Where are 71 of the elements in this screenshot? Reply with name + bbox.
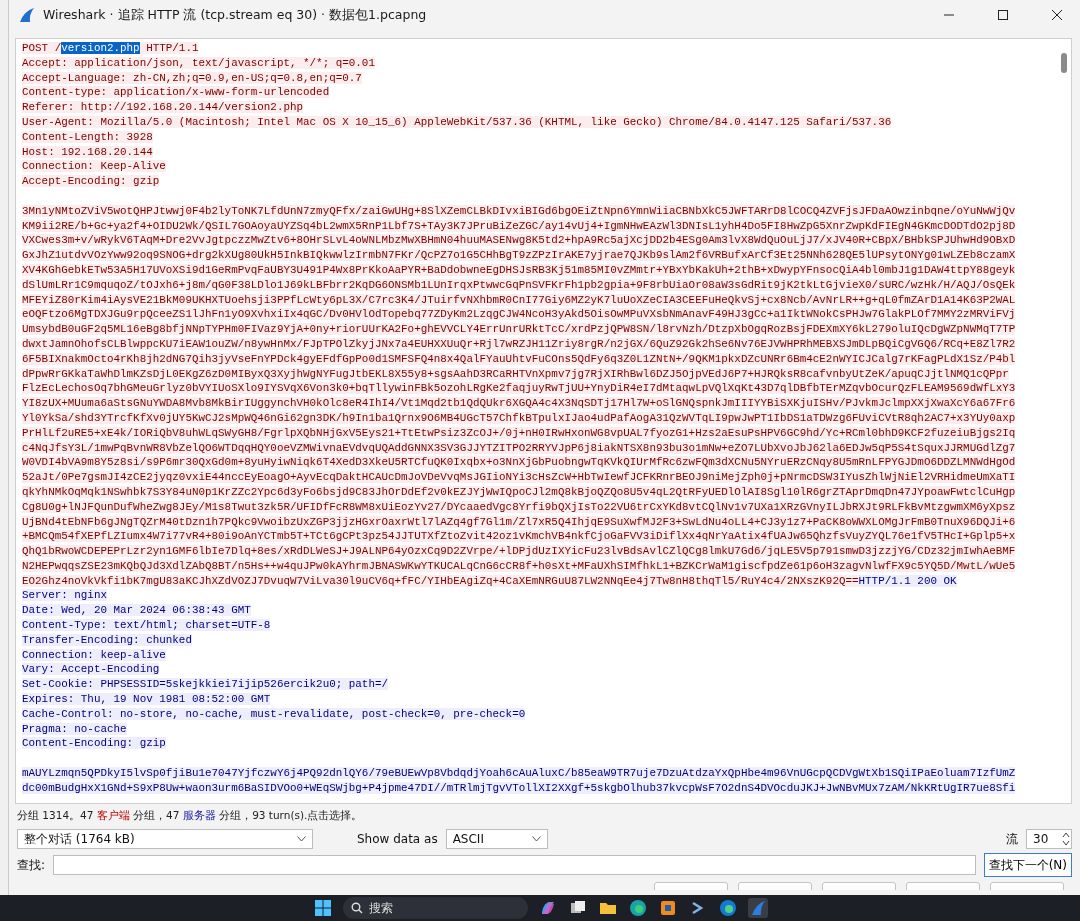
stream-text: Host: 192.168.20.144 xyxy=(22,145,153,158)
stream-text: UmsybdB0uGF2q5ML16eBg8bfjNNpTYPHm0FIVaz9YjA+0ny+riorUUrKA2Fo+ghEVVCLY4ErrUnrURktTcC/xrdPzjQPW8SN/l8rvNzh/DtzpXbOgqRozBsjFDEXmXY6kL279oluIQcDgWZpNWMqT7TP xyxy=(22,323,1016,336)
windows-logo-icon[interactable] xyxy=(312,898,333,918)
stream-text: Content-Type: text/html; charset=UTF-8 xyxy=(22,619,271,632)
stream-text: PrHlLf2uRE5+xE4k/IORiQbV8uhWLqSWyGH8/FgrlpXQbNHjGxV5Eys21+TtEtwPsiz3ZcOJ+/0j+nH0IRwHxonWG8vpUAL7fyozG1+Hzs2aEsuPsHPV6GC9hd/Yc+RCml0bhD9KCF2fuzeiuBjgs2Iq xyxy=(22,426,1016,439)
stream-text: Cache-Control: no-store, no-cache, must-revalidate, post-check=0, pre-check=0 xyxy=(22,707,526,720)
data-format-dropdown[interactable]: ASCII xyxy=(445,829,548,849)
stream-text: Referer: http://192.168.20.144/version2.php xyxy=(22,101,304,114)
stream-text: Accept: application/json, text/javascript, */*; q=0.01 xyxy=(22,56,375,69)
find-field[interactable] xyxy=(53,855,976,875)
stream-label: 流 xyxy=(1006,830,1018,848)
show-data-label: Show data as xyxy=(357,832,438,846)
stream-spinbox[interactable]: 30 xyxy=(1026,829,1072,849)
stream-text: Yl0YkSa/shd3YTrcfKfXv0jUY5KwCJ2sMpWQ46nGi62gn3DK/h9In1ba1Qrnx9O6MB4UGcT57ChfkBTpulxIJao4udPafAogA31QzWVTqLI9pwJwPT1IbDS1aTDWzg6FUviCVtR8qh2AC7+x3YUy0axp xyxy=(22,411,1016,424)
conversation-dropdown[interactable]: 整个对话 (1764 kB) xyxy=(17,829,313,849)
stream-text: dc00mBudgHxX1GNd+S9xP8Uw+waon3urm6BaSIDVOo0+WEqSWjbg+P4jpme47DI//mTRlmjTgvVTollXI2XXgf+5skgbOlhub37kvcpWsF7O2dnS4DVOcduJKJ+JwNBvMUx7zAM/NkKRtUgIR7ue8Sfi xyxy=(22,781,1016,794)
spinner-arrows-icon xyxy=(1061,831,1071,847)
stream-text: Content-Length: 3928 xyxy=(22,130,153,143)
stream-text: FlzEcLechosOq7bhGMeuGrlyz0bVYIUoSXlo9IYSVqX6Von3k0+bqTllywinFBk5ozohLRgKe2faqjuyRwTjUU+YnyDiR4eI7dMtaqwLpVQlXqKt43D7qlDBfbTErMZqvbOcurQzFLEAM9569dWfLxY3 xyxy=(22,382,1016,395)
stream-text: N2HEPwqqsZSE23mKQbQJd3XdlZAbQ8BT/n5Hs++w4quJPw0kAYhrmJBNASWKwYTKUCALqCnG6cCR8f+h0sXt+MFaUXhSIMfhkL1+BZKCrWaM1giscfpdZe61p6oH3zagvNlwfFX9c5YQ5D/MwtL/wUe5 xyxy=(22,559,1016,572)
stream-text: UjBNd4tEbNFb6gJNgTQZrM40tDzn1h7PQkc9VwoibzUxZGP3jjzHGxrOaxrWtl7lAZq4gf7Gl1m/Zl7xR5Q4IhjqE9SuXwfMJ2F3+SwLdNu4oLL4+CJ3y1z7+PaCK8oWWXLOMgJrFmB0TnuX96DQJi+6 xyxy=(22,515,1016,528)
taskbar-search-field[interactable]: 搜索 xyxy=(342,897,528,919)
stream-text: KM9ii2RE/b+Gc+ya2f4+OIDU2Wk/QSIL7GOAoyaUYZSq4bL2wmX5RnP1Lbf7S+TAy3K7JPruBiZeZGC/ay14vUj4+IgmNHwEAzWl3DNIsL1yhH4Do5FI8HwZpG5XnrZwpKdFIEgN4GKmcDODTdO2pj8D xyxy=(22,219,1016,232)
stream-text: XV4KGhGebkETw53A5H17UVoXSi9d1GeRmPvqFaUBY3U491P4Wx8PrKkoAaPYR+BaDdobwneEgDHSJsRB3Kj51m85MI0vZMmtr+YBxYbKakUh+2thB+xDwypYFnsocQiA4bl0mbJ1g1DAW4ttpY88geyk xyxy=(22,263,1016,276)
stream-text: 6F5BIXnakmOcto4rKh8jh2dNG7Qih3jyVseFnYPDck4gyEFdfGpPo0d1SMFSFQ4n8x4QalFYauUhtvFuCOns5QdFy6q3Z0L1ZNtN+/9QKM1pkxDZcUNRr6Bm4cE2nWYICJCalg7rKFagPLdX1Sz/P4bl xyxy=(22,352,1016,365)
stream-text: QhQ1bRwoWCDEPEPrLzr2yn1GMF6lbIe7Dlq+8es/xRdDLWeSJ+J9ALNP64yOzxCq9D2ZVrpe/+lDPjdUzIXYicFu23lvBdsAvlCZlQCg8lmkU7Gd6/jqLE5V5p791smwD3jzzjYG/CDz32jmIwhAeBMF xyxy=(22,545,1016,558)
stream-text: VXCwes3m+v/wRykV6TAqM+Dre2VvJgtpczzMwZtv6+8OHrSLvL4oWNLMbzMwXBHmN04huuMASENwg8K5td2+hpA9Rc5ajXcjDD2b4ESg0Am3lvX8WdQuOuLjJ7/xJV40R+CBpX/BHbkSPJUhwHd9OBxD xyxy=(22,234,1016,247)
browser-icon[interactable] xyxy=(627,898,648,918)
browser-icon[interactable] xyxy=(717,898,738,918)
stream-text: 3Mn1yNMtoZViV5wotQHPJtwwj0F4b2lyToNK7LfdUnN7zmyQFfx/zaiGwUHg+8SlXZemCLBkDIvxiBIGd6bgOEiZtNpn6YmnWiiaCBNbXkC5JWFTARrD8lCOCQ4ZVFjsJFDaAOwzinbqne/oYuNwWjQv xyxy=(22,204,1016,217)
stream-text: MFEYiZ80rKim4iAysVE21BkM09UKHXTUoehsji3PPfLcWty6pL3X/C7rc3K4/JTuirfvNXhbmR0CnI77Giy6MZ2yK7luUoXZeCIA3CEEFuHeQkvSj+cx8Ncb/AvNrLR++g+qL0fmZArD1A14K63P2WAL xyxy=(22,293,1016,306)
stream-text: HTTP/1.1 200 OK xyxy=(858,574,957,587)
stream-text: Transfer-Encoding: chunked xyxy=(22,633,192,646)
stream-text: qkYhNMkOqMqk1NSwhbk7S3Y84uN0p1KrZZc2Ypc6d3yFo6bsjd9C83JhOrDdEf2v0kEZJYjWwIQpoCJl2mQ8kBjoQZQo8U5v4qL2QtRFyUEDlOlAI8Sgl10lR6grZTAprDmqDn47JYpoawFwtclCuHgp xyxy=(22,485,1016,498)
close-icon xyxy=(1052,10,1062,20)
stream-text: dSlUmLRr1C9mquqoZ/tOJxh6+j8m/qG0F38LDlo1J69kLBFbrr2KqDG6ONSMb1LUnIrqxPtwwcGqPnSVFKrFh1pb2gpia+9F8rbUiaOr08aW3sGdRit9jK2tkLtGjvieX0/sURC/wzHk/H/AQJ/OsQEk xyxy=(22,278,1016,291)
stream-text: dwxtJamnOhofsCLBlwppcKU7iEAW1ouZW/n8ywHnMx/FJpTPOlZkyjJNx7a4EUHXXUuQr+Rjl7wRZJH11Zriy8rgR/n2jGX/6QuZ92Gk2hSe6Nv76EJVWHPRhMEBXSJmDLpBQiCgVGQ6/RCq+E8Zl7R2 xyxy=(22,337,1016,350)
stream-text: Expires: Thu, 19 Nov 1981 08:52:00 GMT xyxy=(22,693,271,706)
stream-text: Date: Wed, 20 Mar 2024 06:38:43 GMT xyxy=(22,604,251,617)
stream-text: Set-Cookie: PHPSESSID=5skejkkiei7ijip526ercik2u0; path=/ xyxy=(22,678,388,691)
find-next-button[interactable]: 查找下一个(N) xyxy=(983,853,1072,877)
stream-text: +BMCQm54fXEPfLZIumx4W7i77vR4+80i9oAnYCTmb5T+TCt6gCPt3pz54JJTUTXfZtoZvit42oz1vKmchVB4nkfCjoGaFVV3iDiflXx4qNrYaAtix4fUAJw65QhzfsVuyZYQL76e1fV5THcI+Gplp5+x xyxy=(22,530,1016,543)
find-label: 查找: xyxy=(17,856,46,874)
stream-text: Content-Encoding: gzip xyxy=(22,737,166,750)
stream-text: Accept-Encoding: gzip xyxy=(22,175,160,188)
stream-text: c4NqJfsY3L/1mwPqBvnWR8VbZelQO6WTDqqHQY0oeVZMWivnaEVdvqUQAddGNNX3SV3GJJYTZITPO2RRYVJpP6j8iakNTSX8n93bu3o1mNw+eZO7LUbXvoJbJ62la6EDJw5qP5S4tSquxJJRMUGdlZg7 xyxy=(22,441,1016,454)
maximize-icon xyxy=(998,10,1008,20)
stream-text: Cg8U0g+lNJFQunDufWheZwg8JEy/M1s8Twut3zk5R/UFIDfFcR8WM8xUiEozYv27/DYcaaedVgc8Yrfi9bQXjIsTo22VU6trCxYKd8vtCQlNv1v7UXa1XRzGVnyILJbRXJt9RLFkBvMtzgwmXM6yXpsz xyxy=(22,500,1016,513)
stream-text: EO2Ghz4noVkVkfi1bK7mgU83aKCJhXZdVOZJ7DvuqW7ViLva30l9uCV6q+fFC/YIHbEAgiZq+4CaXEmNRGuU87LW2NNqEe4j7Tw8nH8thqTl5/RuY4c4/2NXszK92Q== xyxy=(22,574,859,587)
window-title: Wireshark · 追踪 HTTP 流 (tcp.stream eq 30) · 数据包1.pcapng xyxy=(43,6,428,24)
stream-text: Connection: keep-alive xyxy=(22,648,166,661)
stream-text: Pragma: no-cache xyxy=(22,722,127,735)
stream-text: 52aJt/0Pe7gsmJI4zCE2jyqz0vxiE44nccEyEoagO+AyvEcqDaktHCAUcDmJoVDeVvqMsJGIioNYi3cHsZcW+HbTwIewfJCFKRnrBEOJ9niMejZph0j+pNrmcDSW3IYusZhlWjNiEl2VRHidmeUmXaTI xyxy=(22,471,1016,484)
stream-text: User-Agent: Mozilla/5.0 (Macintosh; Intel Mac OS X 10_15_6) AppleWebKit/537.36 (KHTML, like Gecko) Chrome/84.0.4147.125 Safari/537.36 xyxy=(22,116,892,128)
stream-text: Accept-Language: zh-CN,zh;q=0.9,en-US;q=0.8,en;q=0.7 xyxy=(22,71,362,84)
stream-text: dPpwRrGKkaTaWhDlmKZsDjL0EKgZ6zD0MIByxQ3XyjhWgNYFugJtbEKL8X55y8+sgsAahD3RCaRHTVnXpmv7jg7RjXIRhBwl6DZJ5OjpVEdJ6P7+HJRQksR8cafvnbyUtZeK/apuqCJjtlNMQ1cQPpr xyxy=(22,367,1009,380)
shark-fin-icon xyxy=(19,7,35,23)
stream-text: Vary: Accept-Encoding xyxy=(22,663,160,676)
chevron-icon xyxy=(531,836,541,842)
stream-text: eOQFtzo6MgTDXJGu9rpQceeZS1lJhFn1yO9XvhxiIx4qGC/Dv0HVlOdTopebq77ZDyKm2LzqgCJW4NcoH3yAkd5OisOwMPuVXsbNmAnavF49HJ3gCc+a1IktWNokCsPHJw7GlakPLOf7MMY2zMRViFVj xyxy=(22,308,1016,321)
status-text: 分组 1314。47 客户端 分组，47 服务器 分组，93 turn(s).点击选择。 xyxy=(16,808,364,823)
stream-text: YI8zUX+MUuma6aStsGNuYWDA8Mvb8MkBirIUggynchVH0kOlc8eR4IhI4/Vt1Mqd2tb1QdQUkr6XGQA4c4X3NqSDTj17Hl7W+oSlGNQspnkJmIIIYYBiSXKjuISHv/PJvkmJclmpXXjXwaXcY6a67Fr6 xyxy=(22,397,1016,410)
stream-text: mAUYLzmqn5QPDkyI5lvSp0fjiBu1e7047YjfczwY6j4PQ92dnlQY6/79eBUEwVp8VbdqdjYoah6cAuAluxC/b85eaW9TR7uje7DzuAtdzaYxQpHbe4m96VnUGcpQCDVgWtXb1SQiIPaEoluam7IzfUmZ xyxy=(22,767,1016,780)
chevron-icon xyxy=(297,836,306,842)
shark-fin-icon[interactable] xyxy=(747,898,768,918)
stream-text: Content-type: application/x-www-form-urlencoded xyxy=(22,86,330,99)
stream-text: Server: nginx xyxy=(22,589,107,602)
stream-text: GxJhZ1utdvVOzYww92oq9SNOG+drg2kXUg80UkH5InkBIQkwwlzIrmbN7FKr/QcPZ7o1G5CHhBgT9zZPzIrAKE7yjrae7QJKb9slAm2f6VRBufxArCf3Et25NNh628QE5lUPsytONYg01wLZEb8czamX xyxy=(22,249,1016,262)
search-icon xyxy=(350,902,363,914)
stream-text: W0VDI4bVA9m8Y5z8si/s9P6mr30QxGd0m+8yuHyiwNiqk6T4XedD3XkeU5RTCfuQK0Ixqbx+o3NnXjGbPuobngwTqKVkQIUrMfRc6zwFQm3dXCNu5NYruERzCNqy8U5mRnLFPYGJDmO6DDZLMNWdHgOd xyxy=(22,456,1016,469)
stream-text: Connection: Keep-Alive xyxy=(22,160,166,173)
